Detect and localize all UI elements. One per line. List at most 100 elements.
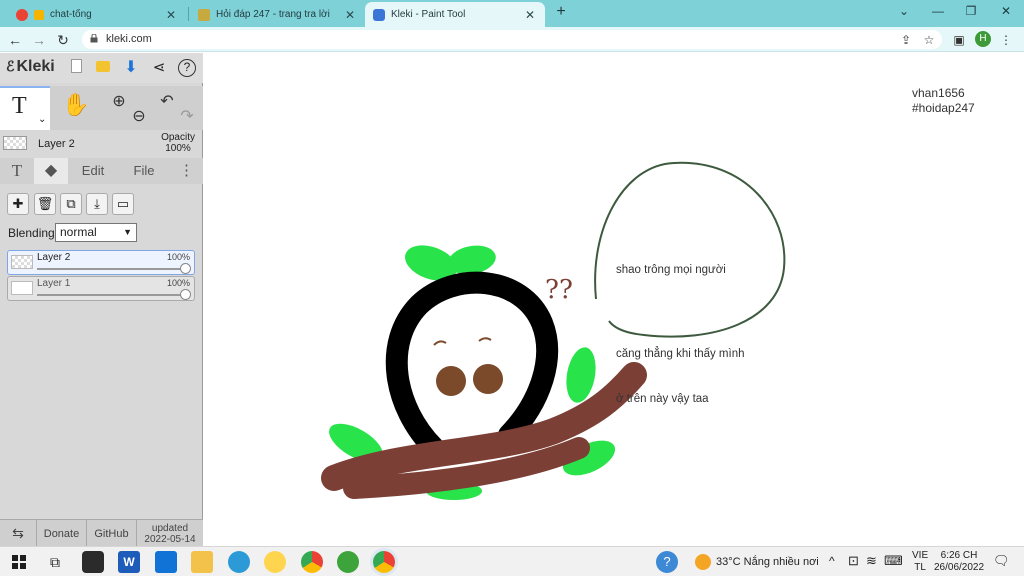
rename-layer-button[interactable]: ▭ [112,193,134,215]
edge-browser-icon[interactable] [228,551,250,573]
hand-tool-icon[interactable]: ✋ [56,92,96,124]
layer-thumbnail [3,136,27,150]
drawing-canvas[interactable]: ?? shao trông mọi người căng thẳng khi t… [204,53,1024,546]
task-view-icon[interactable]: ⧉ [44,551,66,573]
share-icon[interactable]: ⋖ [150,59,168,77]
tab-file[interactable]: File [118,158,170,184]
layer-opacity-track[interactable] [37,268,184,270]
file-explorer-icon[interactable] [191,551,213,573]
blending-select[interactable]: normal ▼ [55,223,137,242]
donate-link[interactable]: Donate [37,520,87,547]
rename-icon: ▭ [116,196,130,211]
tab-more[interactable]: ⋮ [170,158,203,184]
mail-app-icon[interactable] [155,551,177,573]
chevron-down-icon: ▼ [123,227,132,237]
windows-taskbar: ⧉ W ? 33°C Nắng nhiều nơi ^ ⊡ ≋ ⌨ VIE TL… [0,546,1024,576]
notifications-icon[interactable]: 🗨 [993,553,1010,569]
close-tab-icon[interactable]: ✕ [523,8,537,22]
delete-layer-button[interactable]: 🗑 [34,193,56,215]
watermark-tag: #hoidap247 [912,101,975,115]
active-layer-bar[interactable]: Layer 2 Opacity 100% [0,131,203,156]
reload-icon[interactable]: ↻ [54,31,72,49]
opacity-value: 100% [165,143,191,154]
restore-icon[interactable]: ❐ [961,4,981,22]
layer-item-layer-2[interactable]: Layer 2 100% [7,250,195,275]
windows-start-icon[interactable] [8,551,30,573]
minimize-icon[interactable]: — [928,4,948,22]
download-icon[interactable]: ⬇ [122,59,140,77]
bubble-line [616,308,745,317]
close-window-icon[interactable]: ✕ [996,4,1016,22]
paint-app-icon[interactable] [264,551,286,573]
open-folder-icon[interactable] [94,59,112,77]
language-mode: TL [914,562,926,573]
kleki-header: ℰ Kleki ⬇ ⋖ ? [0,53,203,83]
weather-temp: 33°C [716,556,741,568]
merge-down-button[interactable]: ⤓ [86,193,108,215]
github-link[interactable]: GitHub [87,520,137,547]
lock-icon [90,34,98,43]
layer-opacity: 100% [166,252,190,262]
tab-title: Kleki - Paint Tool [391,9,466,20]
forward-arrow-icon[interactable]: → [30,31,48,49]
text-tool-button[interactable]: T ⌄ [0,86,50,130]
new-tab-button[interactable]: + [551,3,571,21]
back-arrow-icon[interactable]: ← [6,31,24,49]
chevron-down-icon[interactable]: ⌄ [38,114,46,125]
close-tab-icon[interactable]: ✕ [164,8,178,22]
tab-divider [188,7,189,21]
tab-edit[interactable]: Edit [68,158,118,184]
game-app-icon[interactable] [337,551,359,573]
weather-widget[interactable]: 33°C Nắng nhiều nơi [716,556,819,568]
show-hidden-icons-chevron-icon[interactable]: ^ [829,554,835,568]
kleki-footer: ⇆ Donate GitHub updated 2022-05-14 [0,519,203,547]
chrome-favicon-icon [16,8,28,21]
tab-text-tool[interactable]: T [0,158,34,184]
drawing-artwork [321,161,786,500]
layer-opacity-track[interactable] [37,294,184,296]
new-image-icon[interactable] [67,59,85,77]
layer-opacity-handle[interactable] [180,289,191,300]
help-tray-icon[interactable]: ? [656,551,678,573]
tab-kleki[interactable]: Kleki - Paint Tool ✕ [365,2,545,27]
side-panel-icon[interactable]: ▣ [950,31,968,49]
opacity-label: Opacity [161,132,195,143]
close-tab-icon[interactable]: ✕ [343,8,357,22]
zoom-app-icon[interactable] [82,551,104,573]
layer-thumbnail [11,255,33,269]
wifi-icon[interactable]: ≋ [866,553,877,569]
share-page-icon[interactable]: ⇪ [897,31,915,49]
language-code: VIE [912,550,929,561]
bookmark-star-icon[interactable]: ☆ [920,31,938,49]
tab-hoidap247[interactable]: Hỏi đáp 247 - trang tra lời ✕ [190,2,365,27]
tab-layers[interactable]: ◆ [34,158,68,184]
blending-label: Blending [8,226,55,240]
weather-sun-icon[interactable] [695,554,711,570]
input-language[interactable]: VIE TL [912,550,928,574]
url-text: kleki.com [106,33,152,45]
bubble-line: shao trông mọi người [616,264,726,276]
network-adapter-icon[interactable]: ⊡ [848,553,859,569]
address-bar[interactable]: kleki.com [82,30,942,49]
layer-item-layer-1[interactable]: Layer 1 100% [7,276,195,301]
keyboard-icon[interactable]: ⌨ [884,553,903,569]
add-layer-button[interactable]: ✚ [7,193,29,215]
swap-panel-side-icon[interactable]: ⇆ [0,520,37,547]
tab-chat-tong[interactable]: chat-tổng ✕ [8,2,186,27]
help-icon[interactable]: ? [178,59,196,77]
profile-avatar[interactable]: H [975,31,991,47]
chrome-icon[interactable] [301,551,323,573]
trash-icon: 🗑 [36,196,54,211]
tab-title: chat-tổng [50,9,92,20]
layer-opacity: 100% [166,278,190,288]
clock-time: 6:26 CH [940,550,978,561]
clock[interactable]: 6:26 CH 26/06/2022 [934,550,984,574]
word-app-icon[interactable]: W [118,551,140,573]
chrome-active-icon[interactable] [373,551,395,573]
kleki-side-panel: ℰ Kleki ⬇ ⋖ ? T ⌄ ✋ ⊕ ⊖ ↶ ↷ Layer 2 Opaci… [0,53,203,547]
tab-search-chevron-icon[interactable]: ⌄ [894,4,914,22]
duplicate-layer-button[interactable]: ⧉ [60,193,82,215]
panel-tabs: T ◆ Edit File ⋮ [0,158,203,184]
layer-opacity-handle[interactable] [180,263,191,274]
menu-kebab-icon[interactable]: ⋮ [997,31,1015,49]
